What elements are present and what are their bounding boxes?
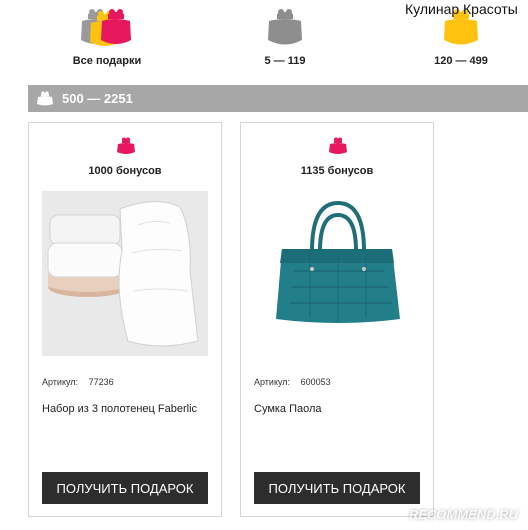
product-name: Сумка Паола [254,403,322,415]
bonus-amount: 1135 бонусов [300,165,374,177]
article-number: 77236 [88,377,114,387]
pink-purse-icon [329,137,347,154]
article-label: Артикул: [254,377,291,387]
product-name: Набор из 3 полотенец Faberlic [42,403,198,415]
bonus-amount: 1000 бонусов [88,165,162,177]
product-card: 1135 бонусов Артикул: 600053 Сумка Паола… [240,122,434,517]
range-bar-label: 500 — 2251 [62,91,133,106]
article-info: Артикул: 600053 [254,377,331,387]
article-number: 600053 [300,377,331,387]
filter-all-gifts[interactable]: Все подарки [52,8,162,67]
range-bar-500-2251: 500 — 2251 [28,85,528,112]
teal-handbag-image [254,191,420,356]
stacked-purses-icon [81,9,131,46]
filter-120-499-label: 120 — 499 [434,55,488,67]
product-card: 1000 бонусов Артикул: 77236 Набор из 3 п… [28,122,222,517]
pink-purse-icon [117,137,135,154]
watermark-logo: RECOMMEND.RU [408,507,518,522]
gray-purse-icon [268,9,302,45]
filter-all-gifts-label: Все подарки [72,55,142,67]
article-info: Артикул: 77236 [42,377,114,387]
get-gift-button[interactable]: ПОЛУЧИТЬ ПОДАРОК [42,472,208,504]
purse-icon [37,91,53,106]
article-label: Артикул: [42,377,79,387]
get-gift-button[interactable]: ПОЛУЧИТЬ ПОДАРОК [254,472,420,504]
filter-5-119[interactable]: 5 — 119 [230,8,340,67]
filter-5-119-label: 5 — 119 [264,55,306,67]
towels-image [42,191,208,356]
page-heading: Кулинар Красоты [405,1,518,17]
